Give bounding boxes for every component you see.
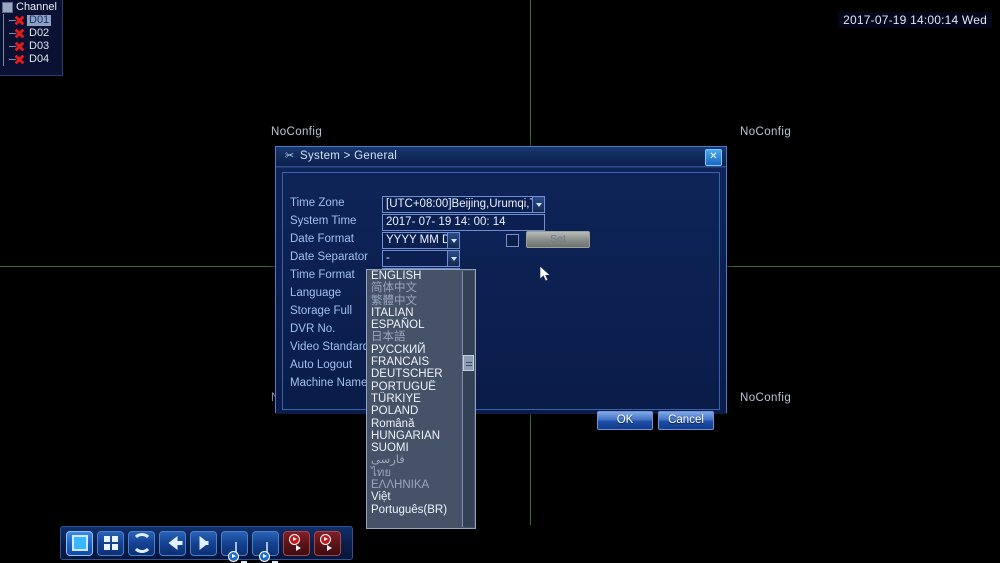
language-option[interactable]: Română [367, 418, 475, 430]
single-view-button[interactable] [66, 530, 93, 556]
stop-record-button[interactable] [314, 530, 341, 556]
language-option[interactable]: ไทย [367, 467, 475, 479]
label-time-format: Time Format [290, 269, 355, 281]
channel-item-d02[interactable]: D02 [6, 27, 62, 40]
language-option[interactable]: ESPAÑOL [367, 319, 475, 331]
label-video-standard: Video Standard [290, 341, 370, 353]
start-all-preview-button[interactable] [221, 530, 248, 562]
wrench-icon: ✂ [285, 150, 295, 162]
date-format-select[interactable]: YYYY MM DD [382, 232, 460, 249]
language-dropdown-list[interactable]: ENGLISH 简体中文 繁體中文 ITALIAN ESPAÑOL 日本語 РУССКИЙ F… [366, 269, 476, 529]
ok-button[interactable]: OK [597, 411, 653, 430]
start-record-button[interactable] [283, 530, 310, 556]
mouse-cursor [540, 266, 551, 282]
arrow-right-icon [199, 536, 208, 550]
language-option[interactable]: 繁體中文 [367, 295, 475, 307]
language-option[interactable]: Português(BR) [367, 504, 475, 516]
dialog-title: System > General [300, 150, 398, 162]
date-format-value: YYYY MM DD [386, 234, 448, 246]
channel-panel-title: Channel [16, 1, 57, 13]
label-storage-full: Storage Full [290, 305, 353, 317]
label-auto-logout: Auto Logout [290, 359, 353, 371]
system-time-value: 2017- 07- 19 14: 00: 14 [386, 216, 506, 228]
dialog-body: Time Zone [UTC+08:00]Beijing,Urumqi,Ta S… [276, 167, 726, 430]
quad-view-button[interactable] [97, 530, 124, 556]
channel-item-d01[interactable]: D01 [6, 14, 62, 27]
chevron-down-icon[interactable] [532, 197, 544, 212]
prev-channel-button[interactable] [159, 530, 186, 556]
cancel-button[interactable]: Cancel [658, 411, 714, 430]
system-clock: 2017-07-19 14:00:14 Wed [838, 12, 992, 28]
channel-item-d04[interactable]: D04 [6, 53, 62, 66]
dst-set-button: Set [526, 231, 590, 248]
arrow-left-icon [168, 536, 182, 550]
channel-label: D04 [29, 53, 50, 65]
chevron-down-icon[interactable] [447, 251, 459, 266]
monitor-stop-icon [258, 542, 270, 562]
language-option[interactable]: РУССКИЙ [367, 344, 475, 356]
label-machine-name: Machine Name [290, 377, 368, 389]
time-zone-value: [UTC+08:00]Beijing,Urumqi,Ta [386, 198, 532, 210]
dst-checkbox[interactable] [506, 234, 519, 247]
language-option[interactable]: FRANCAIS [367, 356, 475, 368]
language-option[interactable]: 简体中文 [367, 282, 475, 294]
channel-panel: Channel D01 D02 D03 D04 [0, 0, 63, 76]
system-time-input[interactable]: 2017- 07- 19 14: 00: 14 [382, 214, 545, 231]
pane-label-4: NoConfig [740, 392, 792, 404]
channel-label: D01 [27, 14, 52, 26]
language-option[interactable]: DEUTSCHER [367, 368, 475, 380]
language-option[interactable]: ENGLISH [367, 270, 475, 282]
circle-split-icon [131, 533, 152, 553]
bottom-toolbar [60, 526, 353, 562]
language-option[interactable]: ΕΛΛΗΝΙΚΑ [367, 479, 475, 491]
channel-panel-header: Channel [0, 0, 62, 14]
label-dvr-no: DVR No. [290, 323, 336, 335]
language-option[interactable]: ITALIAN [367, 307, 475, 319]
language-option[interactable]: SUOMI [367, 442, 475, 454]
date-separator-select[interactable]: - [382, 250, 460, 267]
label-date-separator: Date Separator [290, 251, 368, 263]
next-channel-button[interactable] [190, 530, 217, 556]
pane-label-2: NoConfig [740, 126, 792, 138]
pane-label-1: NoConfig [271, 126, 323, 138]
channel-list: D01 D02 D03 D04 [0, 14, 62, 66]
label-language: Language [290, 287, 342, 299]
scrollbar-thumb[interactable] [463, 355, 474, 371]
date-separator-value: - [386, 252, 390, 264]
language-option[interactable]: Việt [367, 491, 475, 503]
pip-view-button[interactable] [128, 530, 155, 556]
stop-all-preview-button[interactable] [252, 530, 279, 562]
language-option[interactable]: PORTUGUË [367, 381, 475, 393]
dropdown-scrollbar[interactable] [462, 271, 474, 527]
channel-offline-icon [14, 54, 25, 65]
close-icon[interactable]: ✕ [705, 149, 722, 166]
channel-offline-icon [14, 15, 25, 26]
channel-label: D02 [29, 27, 50, 39]
single-pane-icon [71, 535, 88, 551]
channel-offline-icon [14, 41, 25, 52]
tree-root-icon [2, 2, 13, 13]
channel-item-d03[interactable]: D03 [6, 40, 62, 53]
general-settings-dialog: ✂ System > General ✕ Time Zone [UTC+08:0… [275, 146, 727, 430]
label-date-format: Date Format [290, 233, 354, 245]
language-option-container: ENGLISH 简体中文 繁體中文 ITALIAN ESPAÑOL 日本語 РУССКИЙ F… [367, 270, 475, 516]
monitor-play-icon [227, 542, 239, 562]
label-system-time: System Time [290, 215, 357, 227]
chevron-down-icon[interactable] [447, 233, 459, 248]
language-option[interactable]: 日本語 [367, 331, 475, 343]
channel-offline-icon [14, 28, 25, 39]
quad-pane-icon [103, 536, 118, 550]
language-option[interactable]: HUNGARIAN [367, 430, 475, 442]
language-option[interactable]: فارسی [367, 454, 475, 466]
time-zone-select[interactable]: [UTC+08:00]Beijing,Urumqi,Ta [382, 196, 545, 213]
language-option[interactable]: POLAND [367, 405, 475, 417]
dialog-title-bar: ✂ System > General ✕ [276, 147, 726, 167]
label-time-zone: Time Zone [290, 197, 345, 209]
language-option[interactable]: TÜRKIYE [367, 393, 475, 405]
channel-label: D03 [29, 40, 50, 52]
dvr-screen: NoConfig NoConfig NoConfig NoConfig Chan… [0, 0, 1000, 563]
